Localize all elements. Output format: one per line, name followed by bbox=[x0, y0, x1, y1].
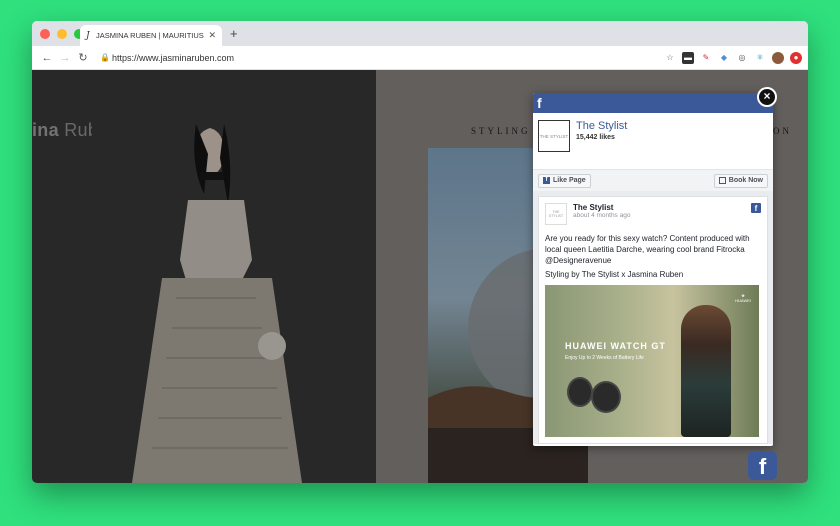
facebook-icon: f bbox=[537, 95, 542, 111]
model-image bbox=[681, 305, 731, 437]
calendar-icon bbox=[718, 177, 726, 184]
facebook-icon: f bbox=[543, 177, 550, 184]
page-name-link[interactable]: The Stylist bbox=[576, 120, 627, 132]
close-window-button[interactable] bbox=[40, 29, 50, 39]
page-content: ina Ruben STYLING ON f THE STYLIST The S… bbox=[32, 70, 808, 483]
page-likes: 15,442 likes bbox=[576, 134, 615, 141]
extension-icon[interactable]: ▬ bbox=[682, 51, 694, 64]
extension-icon[interactable]: ◎ bbox=[736, 52, 748, 64]
page-logo[interactable]: THE STYLIST bbox=[538, 120, 570, 152]
toolbar: ← → ↻ 🔒 https://www.jasminaruben.com ☆ ▬… bbox=[32, 46, 808, 70]
extensions: ☆ ▬ ✎ ◆ ◎ ⚛ ● bbox=[664, 51, 802, 64]
watch-image bbox=[567, 377, 593, 407]
react-icon[interactable]: ⚛ bbox=[754, 52, 766, 64]
lock-icon: 🔒 bbox=[100, 53, 110, 62]
post-author-avatar[interactable]: THE STYLIST bbox=[545, 203, 567, 225]
ad-subtitle: Enjoy Up to 2 Weeks of Battery Life bbox=[565, 355, 644, 361]
post-text-credit: Styling by The Stylist x Jasmina Ruben bbox=[545, 270, 684, 279]
action-bar: f Like Page Book Now bbox=[533, 169, 773, 191]
browser-tab[interactable]: J JASMINA RUBEN | MAURITIUS ✕ bbox=[80, 25, 222, 46]
bookmark-star-icon[interactable]: ☆ bbox=[664, 52, 676, 64]
book-now-label: Book Now bbox=[728, 177, 763, 184]
extension-icon[interactable]: ✎ bbox=[700, 52, 712, 64]
facebook-popup: f THE STYLIST The Stylist 15,442 likes f… bbox=[533, 93, 773, 446]
extension-icon[interactable]: ◆ bbox=[718, 52, 730, 64]
ad-logo: ❀ HUAWEI bbox=[735, 293, 751, 303]
back-icon[interactable]: ← bbox=[38, 52, 56, 64]
tab-bar: J JASMINA RUBEN | MAURITIUS ✕ + bbox=[32, 21, 808, 46]
tab-title: JASMINA RUBEN | MAURITIUS bbox=[96, 31, 204, 40]
post-card: THE STYLIST The Stylist about 4 months a… bbox=[538, 196, 768, 444]
watch-image bbox=[591, 381, 621, 413]
facebook-icon[interactable]: f bbox=[751, 203, 761, 213]
favicon-icon: J bbox=[86, 30, 90, 41]
like-page-button[interactable]: f Like Page bbox=[538, 173, 591, 188]
new-tab-button[interactable]: + bbox=[230, 26, 238, 41]
facebook-header: f bbox=[533, 93, 773, 113]
timeline: THE STYLIST The Stylist about 4 months a… bbox=[533, 191, 773, 444]
facebook-float-button[interactable]: f bbox=[748, 451, 777, 480]
post-time[interactable]: about 4 months ago bbox=[573, 212, 630, 219]
browser-window: J JASMINA RUBEN | MAURITIUS ✕ + ← → ↻ 🔒 … bbox=[32, 21, 808, 483]
post-text-body: Are you ready for this sexy watch? Conte… bbox=[545, 234, 750, 265]
forward-icon[interactable]: → bbox=[56, 52, 74, 64]
minimize-window-button[interactable] bbox=[57, 29, 67, 39]
post-image[interactable]: ❀ HUAWEI HUAWEI WATCH GT Enjoy Up to 2 We… bbox=[545, 285, 759, 437]
ad-brand: HUAWEI WATCH GT bbox=[565, 341, 666, 351]
address-bar[interactable]: 🔒 https://www.jasminaruben.com bbox=[100, 49, 600, 67]
close-tab-icon[interactable]: ✕ bbox=[208, 30, 216, 41]
book-now-button[interactable]: Book Now bbox=[713, 173, 768, 188]
post-author[interactable]: The Stylist bbox=[573, 203, 630, 212]
avatar[interactable] bbox=[772, 51, 784, 64]
like-page-label: Like Page bbox=[553, 177, 586, 184]
close-popup-button[interactable]: × bbox=[757, 87, 777, 107]
extension-icon[interactable]: ● bbox=[790, 51, 802, 64]
reload-icon[interactable]: ↻ bbox=[74, 51, 92, 64]
url-text: https://www.jasminaruben.com bbox=[112, 52, 235, 63]
page-info: THE STYLIST The Stylist 15,442 likes bbox=[533, 113, 773, 169]
post-text: Are you ready for this sexy watch? Conte… bbox=[545, 233, 761, 280]
window-controls bbox=[40, 29, 84, 39]
